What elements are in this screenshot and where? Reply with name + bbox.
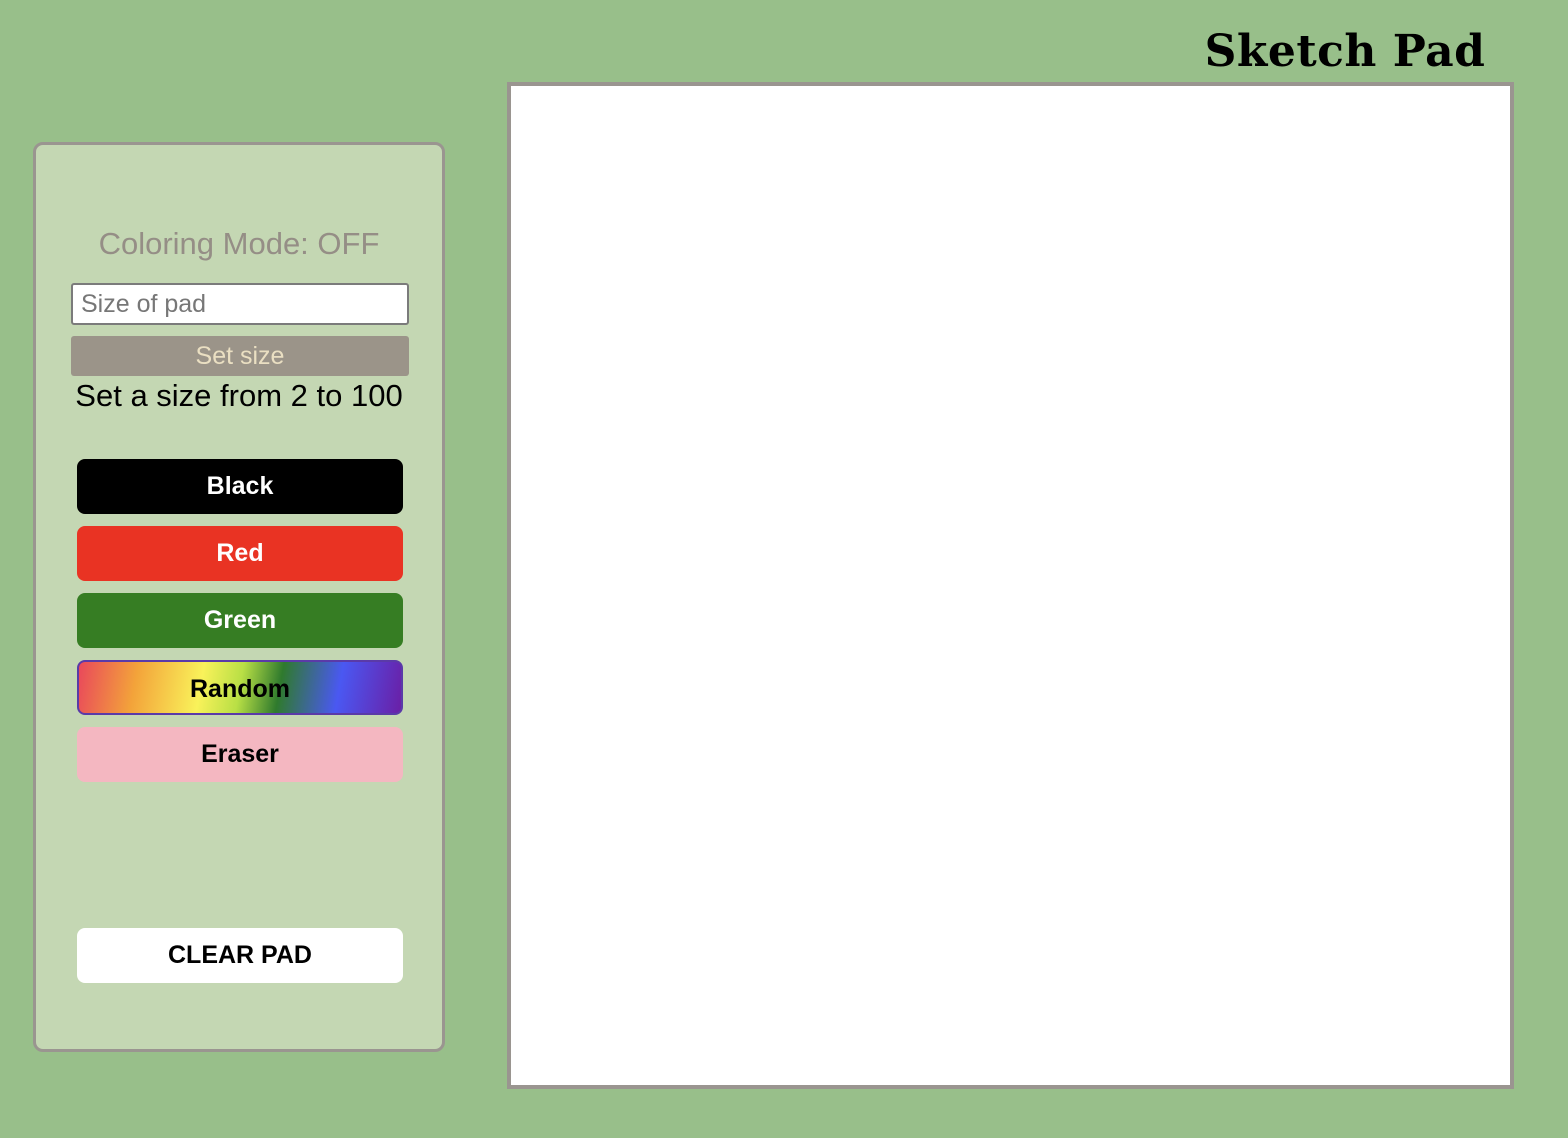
control-panel: Coloring Mode: OFF Set size Set a size f… — [33, 142, 445, 1052]
sketch-pad-canvas[interactable] — [507, 82, 1514, 1089]
red-color-button[interactable]: Red — [77, 526, 403, 581]
size-hint: Set a size from 2 to 100 — [75, 378, 403, 413]
black-color-button[interactable]: Black — [77, 459, 403, 514]
clear-pad-button[interactable]: CLEAR PAD — [77, 928, 403, 983]
pad-size-input[interactable] — [71, 283, 409, 325]
coloring-mode-status: Coloring Mode: OFF — [98, 226, 380, 261]
eraser-button[interactable]: Eraser — [77, 727, 403, 782]
green-color-button[interactable]: Green — [77, 593, 403, 648]
page-title: Sketch Pad — [1204, 26, 1486, 77]
random-color-button[interactable]: Random — [77, 660, 403, 715]
set-size-button[interactable]: Set size — [71, 336, 409, 376]
